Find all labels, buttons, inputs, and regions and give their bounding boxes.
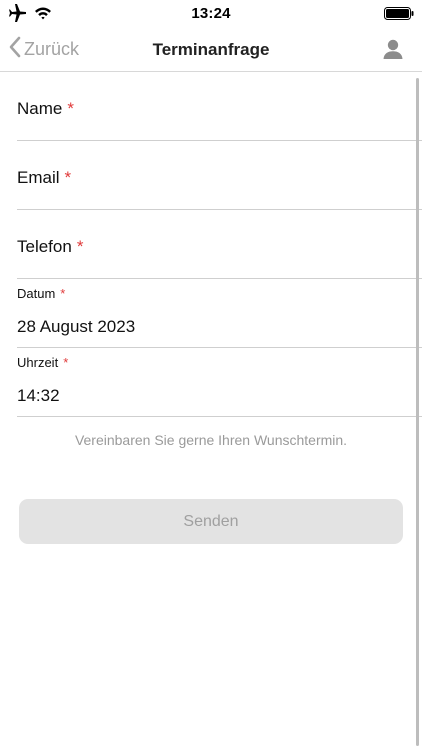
battery-icon: [384, 7, 414, 20]
required-mark: *: [67, 99, 74, 118]
email-label: Email *: [17, 168, 72, 187]
required-mark: *: [64, 168, 72, 187]
name-label: Name *: [17, 99, 74, 118]
date-label: Datum *: [17, 286, 66, 301]
required-mark: *: [60, 286, 66, 301]
time-value: 14:32: [17, 386, 60, 405]
phone-label: Telefon *: [17, 237, 84, 256]
status-bar: 13:24: [0, 0, 422, 28]
navigation-bar: Zurück Terminanfrage: [0, 28, 422, 72]
email-field[interactable]: Email *: [17, 141, 422, 210]
time-field[interactable]: Uhrzeit * 14:32: [17, 348, 422, 417]
date-value: 28 August 2023: [17, 317, 136, 336]
required-mark: *: [76, 237, 84, 256]
send-button[interactable]: Senden: [19, 499, 403, 544]
name-field[interactable]: Name *: [17, 72, 422, 141]
required-mark: *: [63, 355, 69, 370]
page-title: Terminanfrage: [152, 40, 270, 59]
phone-field[interactable]: Telefon *: [17, 210, 422, 279]
appointment-form: Name * Email * Telefon * Datum * 28 August 2…: [0, 72, 422, 544]
scrollbar[interactable]: [416, 78, 419, 746]
hint-text: Vereinbaren Sie gerne Ihren Wunschtermin…: [74, 432, 348, 448]
time-label: Uhrzeit *: [17, 355, 69, 370]
screen: 13:24 Zurück Terminanfrage Name * Email …: [0, 0, 422, 750]
user-icon[interactable]: [382, 38, 404, 60]
date-field[interactable]: Datum * 28 August 2023: [17, 279, 422, 348]
status-time: 13:24: [191, 5, 231, 22]
